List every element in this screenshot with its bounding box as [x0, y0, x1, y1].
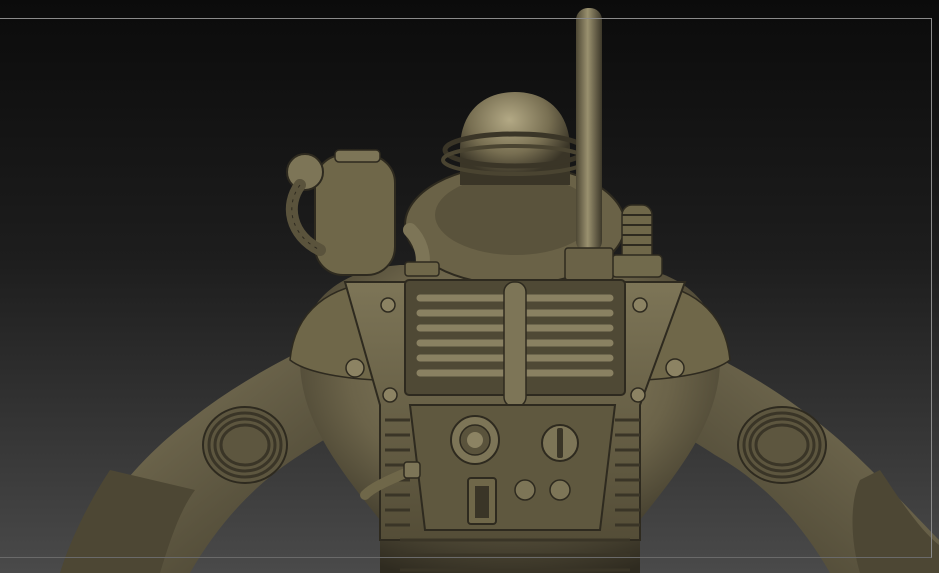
button-left [514, 479, 536, 501]
control-panel [408, 404, 617, 531]
button-right [549, 479, 571, 501]
hose-fitting-left [404, 261, 440, 277]
side-tank [285, 149, 396, 276]
helmet [441, 92, 589, 185]
3d-viewport[interactable] [0, 0, 939, 573]
sculpt-model-diver-back[interactable] [0, 0, 939, 573]
vent-grille [404, 279, 626, 408]
